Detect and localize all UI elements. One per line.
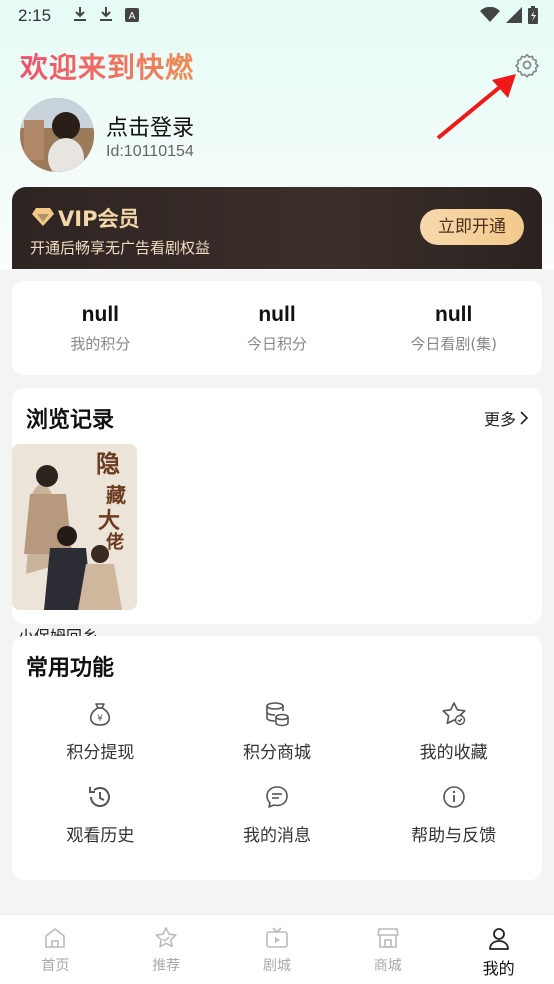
status-right-icons bbox=[480, 6, 538, 24]
history-icon bbox=[89, 787, 111, 807]
tab-store[interactable]: 商城 bbox=[332, 915, 443, 984]
feature-favorites[interactable]: 我的收藏 bbox=[365, 700, 542, 763]
stat-today-points[interactable]: null 今日积分 bbox=[189, 281, 366, 375]
poster-image: 隐 藏 大 佬 bbox=[12, 444, 137, 610]
wifi-icon bbox=[480, 7, 500, 22]
tab-label: 我的 bbox=[482, 959, 515, 978]
feature-watch-history[interactable]: 观看历史 bbox=[12, 783, 189, 846]
feature-label: 积分提现 bbox=[66, 743, 135, 763]
welcome-title: 欢迎来到快燃 bbox=[20, 46, 194, 86]
recommend-icon bbox=[155, 927, 177, 948]
feature-messages[interactable]: 我的消息 bbox=[189, 783, 366, 846]
status-time: 2:15 bbox=[18, 6, 52, 25]
signal-icon bbox=[506, 7, 522, 23]
more-link[interactable]: 更多 bbox=[484, 406, 528, 430]
profile-icon bbox=[488, 928, 509, 950]
feature-label: 观看历史 bbox=[66, 826, 135, 846]
features-card: 常用功能 ¥ 积分提现 积分商城 我的收藏 观看历史 我的消息 帮助与反馈 bbox=[12, 636, 542, 880]
feature-label: 积分商城 bbox=[242, 743, 311, 763]
tab-label: 商城 bbox=[373, 958, 402, 974]
features-title: 常用功能 bbox=[26, 656, 115, 681]
vip-subtitle: 开通后畅享无广告看剧权益 bbox=[30, 239, 211, 257]
svg-text:A: A bbox=[129, 11, 136, 22]
feature-label: 帮助与反馈 bbox=[411, 826, 497, 846]
vip-card[interactable]: VIP会员 开通后畅享无广告看剧权益 立即开通 bbox=[12, 187, 542, 269]
tab-recommend[interactable]: 推荐 bbox=[111, 915, 222, 984]
home-icon bbox=[45, 928, 66, 948]
annotation-arrow bbox=[436, 74, 516, 140]
coins-icon bbox=[266, 702, 289, 727]
tv-icon bbox=[266, 927, 288, 948]
avatar-photo bbox=[20, 98, 94, 172]
store-icon bbox=[376, 928, 399, 948]
stat-my-points[interactable]: null 我的积分 bbox=[12, 281, 189, 375]
svg-text:佬: 佬 bbox=[106, 531, 124, 553]
tab-label: 推荐 bbox=[152, 958, 181, 974]
stat-label: 今日积分 bbox=[247, 335, 308, 353]
message-icon bbox=[266, 786, 288, 808]
feature-points-mall[interactable]: 积分商城 bbox=[189, 700, 366, 763]
stat-label: 我的积分 bbox=[70, 335, 131, 353]
feature-label: 我的消息 bbox=[242, 826, 311, 846]
feature-points-withdraw[interactable]: ¥ 积分提现 bbox=[12, 700, 189, 763]
svg-text:隐: 隐 bbox=[96, 449, 120, 478]
more-label: 更多 bbox=[483, 410, 516, 429]
stat-today-episodes[interactable]: null 今日看剧(集) bbox=[365, 281, 542, 375]
a-icon: A bbox=[125, 7, 140, 26]
svg-text:大: 大 bbox=[98, 508, 120, 534]
tab-label: 剧城 bbox=[262, 958, 291, 974]
info-icon bbox=[442, 786, 465, 808]
feature-help-feedback[interactable]: 帮助与反馈 bbox=[365, 783, 542, 846]
chevron-right-icon bbox=[520, 411, 528, 425]
tab-drama[interactable]: 剧城 bbox=[222, 915, 333, 984]
status-bar: 2:15 A bbox=[0, 0, 554, 32]
download-icon bbox=[99, 6, 113, 26]
stat-label: 今日看剧(集) bbox=[410, 335, 498, 353]
tab-label: 首页 bbox=[41, 958, 70, 974]
vip-title: VIP会员 bbox=[58, 207, 140, 231]
stat-value: null bbox=[435, 303, 473, 326]
battery-icon bbox=[528, 6, 538, 24]
money-bag-icon: ¥ bbox=[90, 703, 111, 726]
star-icon bbox=[442, 702, 466, 726]
tab-mine[interactable]: 我的 bbox=[443, 915, 554, 984]
history-poster[interactable]: 隐 藏 大 佬 bbox=[12, 444, 137, 610]
bottom-tab-bar: 首页 推荐 剧城 商城 我的 bbox=[0, 914, 554, 984]
history-title: 浏览记录 bbox=[26, 408, 115, 433]
features-grid: ¥ 积分提现 积分商城 我的收藏 观看历史 我的消息 帮助与反馈 bbox=[12, 700, 542, 846]
svg-text:藏: 藏 bbox=[106, 483, 126, 507]
diamond-icon bbox=[32, 208, 54, 226]
svg-text:¥: ¥ bbox=[97, 714, 103, 724]
history-card: 浏览记录 更多 隐 藏 大 佬 bbox=[12, 388, 542, 624]
vip-open-button[interactable]: 立即开通 bbox=[420, 209, 524, 245]
stats-card: null 我的积分 null 今日积分 null 今日看剧(集) bbox=[12, 281, 542, 375]
feature-label: 我的收藏 bbox=[419, 743, 488, 763]
stat-value: null bbox=[258, 303, 296, 326]
login-label[interactable]: 点击登录 bbox=[106, 110, 194, 142]
stat-value: null bbox=[81, 303, 119, 326]
tab-home[interactable]: 首页 bbox=[0, 915, 111, 984]
avatar[interactable] bbox=[20, 98, 94, 172]
download-icon bbox=[73, 6, 87, 26]
user-id: Id:10110154 bbox=[106, 143, 194, 160]
